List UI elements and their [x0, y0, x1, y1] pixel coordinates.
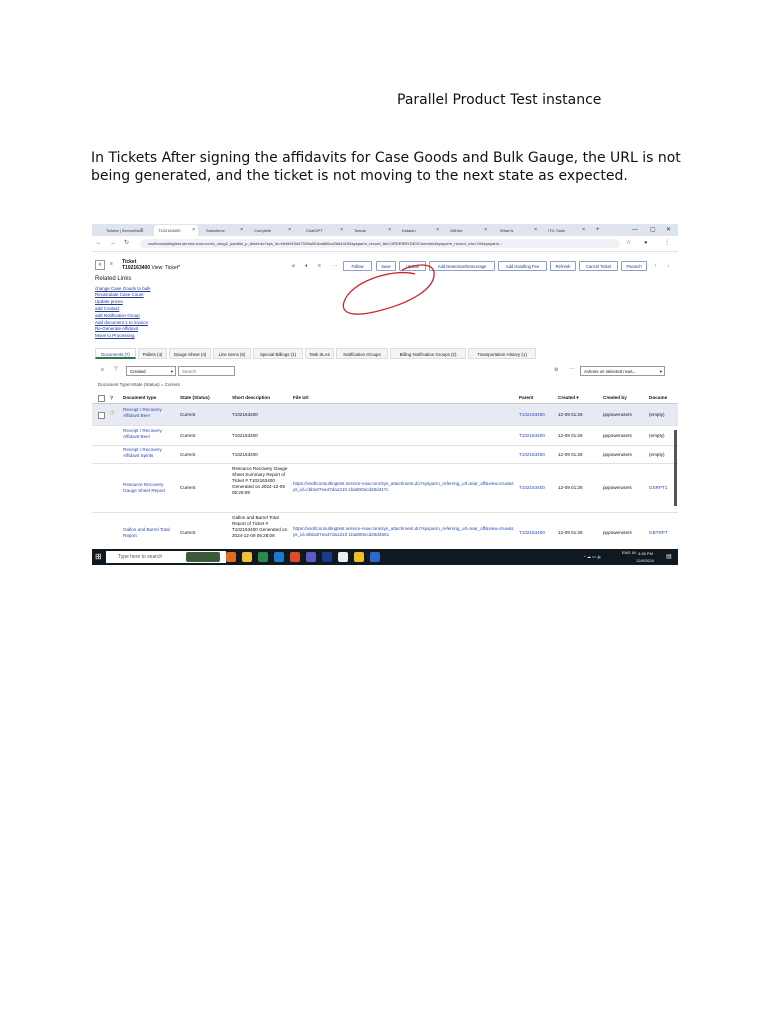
- windows-taskbar: ⊞ Type here to search ^ ☁ ▭ 🔈 ENG IN 4:4…: [92, 549, 678, 565]
- app-icon[interactable]: [338, 552, 348, 562]
- file-explorer-icon[interactable]: [242, 552, 252, 562]
- embedded-screenshot: Tickets | ServiceNow × T102163400 × Salesf…: [92, 224, 678, 565]
- browser-icon[interactable]: [226, 552, 236, 562]
- document-paragraph: In Tickets After signing the affidavits …: [91, 150, 681, 184]
- tray-icons[interactable]: ^ ☁ ▭ 🔈: [584, 549, 602, 565]
- notification-icon[interactable]: ▤: [666, 549, 672, 565]
- teams-icon[interactable]: [306, 552, 316, 562]
- annotation-scribble: [342, 264, 435, 315]
- weather-widget-icon[interactable]: [186, 552, 220, 562]
- clock-date[interactable]: 12/9/2024: [636, 557, 654, 564]
- app-icon[interactable]: [258, 552, 268, 562]
- document-title: Parallel Product Test instance: [397, 92, 602, 108]
- word-icon[interactable]: [370, 552, 380, 562]
- outlook-icon[interactable]: [322, 552, 332, 562]
- edge-icon[interactable]: [274, 552, 284, 562]
- windows-start-icon[interactable]: ⊞: [95, 552, 105, 562]
- chrome-icon[interactable]: [290, 552, 300, 562]
- language-indicator[interactable]: ENG IN: [622, 549, 636, 557]
- clock-time[interactable]: 4:48 PM: [638, 550, 653, 557]
- sticky-notes-icon[interactable]: [354, 552, 364, 562]
